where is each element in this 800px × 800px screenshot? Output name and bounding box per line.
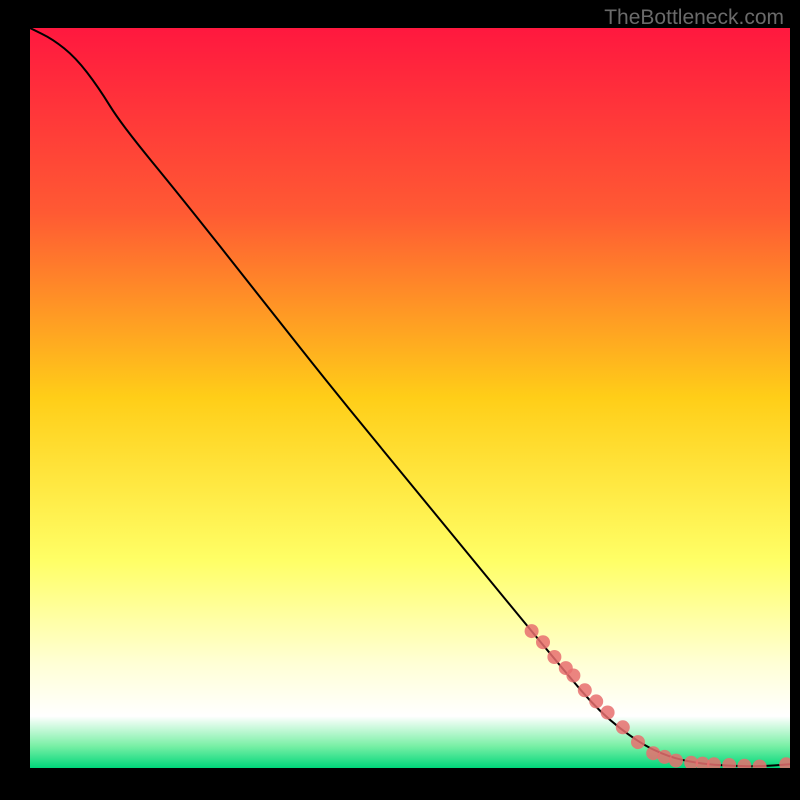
marker-point bbox=[616, 720, 630, 734]
watermark-text: TheBottleneck.com bbox=[604, 6, 784, 30]
gradient-background bbox=[30, 28, 790, 768]
marker-point bbox=[566, 669, 580, 683]
marker-point bbox=[669, 754, 683, 768]
marker-point bbox=[589, 694, 603, 708]
marker-point bbox=[601, 706, 615, 720]
marker-point bbox=[525, 624, 539, 638]
marker-point bbox=[547, 650, 561, 664]
chart-area bbox=[30, 28, 790, 768]
chart-svg bbox=[30, 28, 790, 768]
marker-point bbox=[536, 635, 550, 649]
marker-point bbox=[631, 735, 645, 749]
marker-point bbox=[578, 683, 592, 697]
